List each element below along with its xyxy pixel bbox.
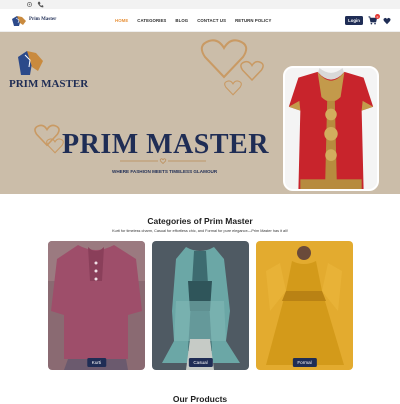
- phone-icon[interactable]: [37, 1, 44, 8]
- decorative-heart-icon: [240, 60, 264, 82]
- hero-tagline: WHERE FASHION MEETS TIMELESS GLAMOUR: [112, 169, 218, 174]
- category-card-casual[interactable]: Casual: [152, 241, 249, 370]
- nav-categories[interactable]: CATEGORIES: [137, 18, 166, 23]
- settings-icon[interactable]: [26, 1, 33, 8]
- nav-contact-us[interactable]: CONTACT US: [197, 18, 226, 23]
- hero-divider: [120, 158, 206, 164]
- main-navbar: Prim Master HOME CATEGORIES BLOG CONTACT…: [0, 9, 400, 32]
- top-utility-bar: [0, 0, 400, 9]
- nav-return-policy[interactable]: RETURN POLICY: [235, 18, 271, 23]
- categories-subtitle: Kurti for timeless charm, Casual for eff…: [112, 229, 288, 233]
- category-label-formal[interactable]: Formal: [292, 358, 317, 367]
- casual-image: [152, 241, 249, 370]
- login-button[interactable]: Login: [345, 16, 363, 25]
- products-title: Our Products: [172, 394, 228, 404]
- hero-brand-name: PRIM MASTER: [9, 78, 89, 90]
- nav-home[interactable]: HOME: [115, 18, 128, 23]
- hero-product-image: [283, 66, 379, 191]
- category-label-kurti[interactable]: Kurti: [86, 358, 107, 367]
- brand-name[interactable]: Prim Master: [29, 17, 56, 22]
- hero-brand-logo-icon: [18, 51, 43, 75]
- kurti-image: [48, 241, 145, 370]
- categories-section: Categories of Prim Master Kurti for time…: [0, 194, 400, 404]
- category-card-formal[interactable]: Formal: [256, 241, 353, 370]
- nav-blog[interactable]: BLOG: [175, 18, 188, 23]
- brand-logo-icon[interactable]: [11, 14, 27, 26]
- hero-banner: PRIM MASTER PRIM MASTER WHERE FASHION ME…: [0, 32, 400, 194]
- cart-count-badge: 0: [375, 14, 380, 19]
- category-label-casual[interactable]: Casual: [188, 358, 213, 367]
- hero-title: PRIM MASTER: [62, 129, 269, 160]
- categories-title: Categories of Prim Master: [147, 216, 253, 226]
- formal-image: [256, 241, 353, 370]
- category-card-kurti[interactable]: Kurti: [48, 241, 145, 370]
- heart-icon[interactable]: [383, 17, 391, 25]
- decorative-heart-icon: [224, 80, 242, 96]
- main-menu: HOME CATEGORIES BLOG CONTACT US RETURN P…: [115, 9, 280, 32]
